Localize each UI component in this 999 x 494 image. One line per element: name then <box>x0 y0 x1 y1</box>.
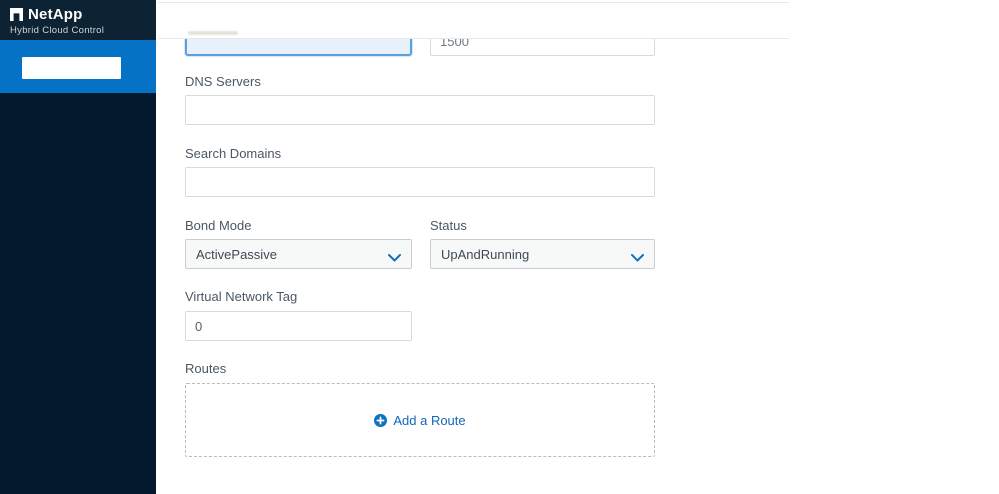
sidebar-header: NetApp Hybrid Cloud Control <box>0 0 156 40</box>
dns-servers-label: DNS Servers <box>185 74 261 89</box>
routes-label: Routes <box>185 361 227 376</box>
add-route-button[interactable]: Add a Route <box>374 412 466 428</box>
network-settings-form-panel: DNS Servers Search Domains Bond Mode Sta… <box>158 0 789 494</box>
chevron-down-icon <box>388 250 401 262</box>
panel-header-band <box>158 2 789 39</box>
chevron-down-icon <box>631 250 644 262</box>
sidebar-active-item-label-redacted <box>22 57 121 79</box>
dns-servers-input[interactable] <box>185 95 655 125</box>
status-label: Status <box>430 218 467 233</box>
sidebar: NetApp Hybrid Cloud Control <box>0 0 156 494</box>
brand-name: NetApp <box>28 6 83 23</box>
netapp-logo-icon <box>10 8 23 21</box>
product-subtitle: Hybrid Cloud Control <box>10 25 105 36</box>
page: NetApp Hybrid Cloud Control DNS Servers … <box>0 0 999 494</box>
clipped-text-artifact <box>188 31 238 35</box>
add-route-label: Add a Route <box>393 412 466 428</box>
search-domains-input[interactable] <box>185 167 655 197</box>
search-domains-label: Search Domains <box>185 146 282 161</box>
bond-mode-label: Bond Mode <box>185 218 252 233</box>
bond-mode-value: ActivePassive <box>196 246 277 262</box>
routes-dropzone: Add a Route <box>185 383 655 457</box>
status-value: UpAndRunning <box>441 246 530 262</box>
sidebar-active-item[interactable] <box>0 40 156 93</box>
virtual-network-tag-input[interactable] <box>185 311 412 341</box>
add-circle-icon <box>374 413 388 427</box>
netapp-logo: NetApp <box>10 6 146 23</box>
bond-mode-select[interactable]: ActivePassive <box>185 239 412 269</box>
virtual-network-tag-label: Virtual Network Tag <box>185 289 298 304</box>
status-select[interactable]: UpAndRunning <box>430 239 655 269</box>
